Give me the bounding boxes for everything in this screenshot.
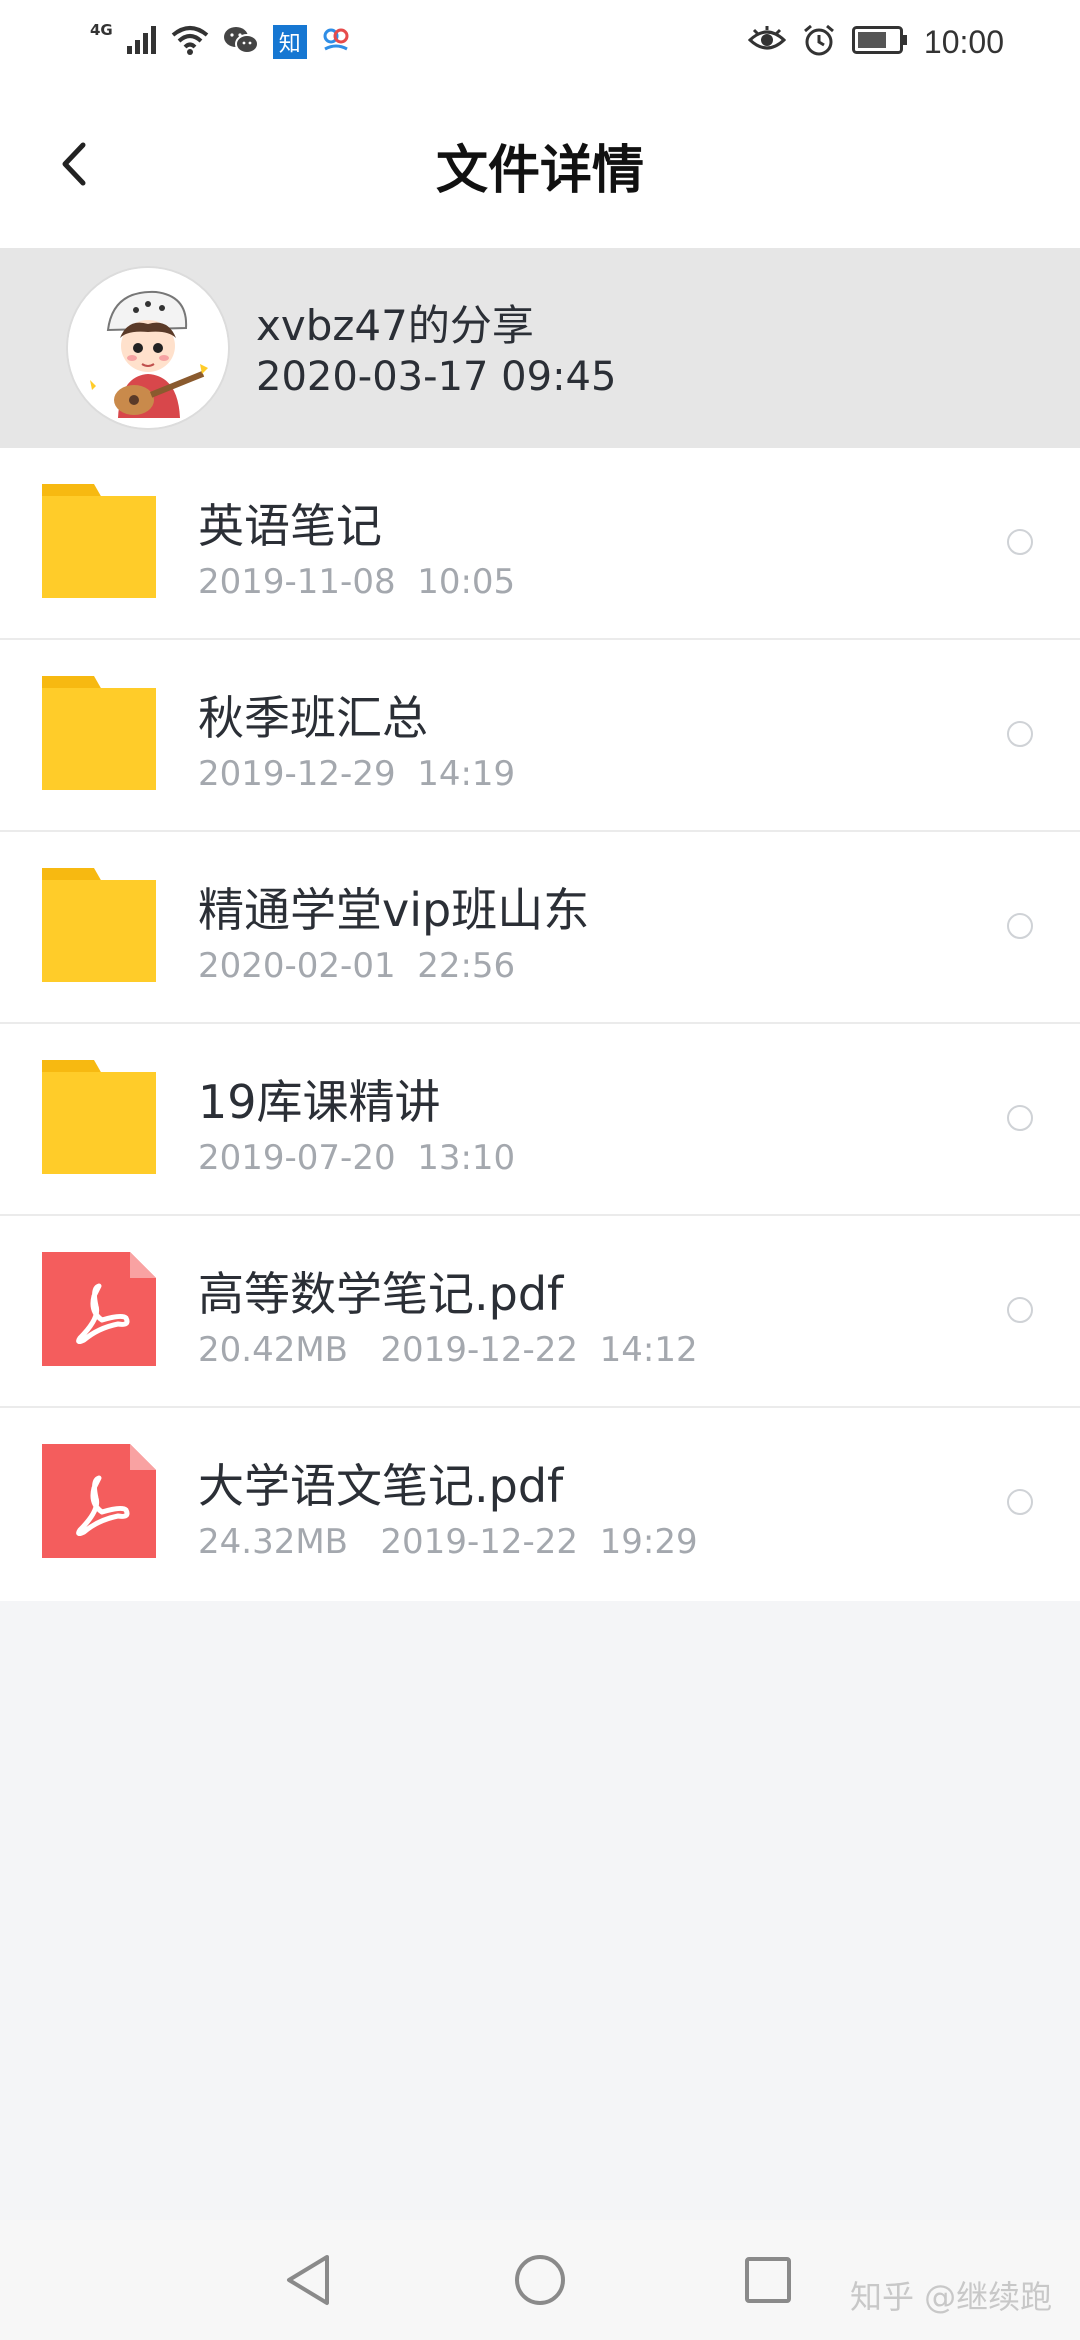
pdf-icon <box>42 1444 156 1558</box>
share-time: 2020-03-17 09:45 <box>256 354 617 400</box>
alarm-icon <box>802 23 836 61</box>
folder-icon <box>42 676 156 790</box>
file-row[interactable]: 英语笔记 2019-11-08 10:05 <box>0 448 1080 640</box>
baidu-netdisk-icon <box>321 25 351 59</box>
file-meta: 2020-02-01 22:56 <box>198 946 516 986</box>
file-meta: 2019-12-29 14:19 <box>198 754 516 794</box>
network-type: 4G <box>90 21 113 39</box>
file-name: 高等数学笔记.pdf <box>198 1267 564 1321</box>
select-checkbox[interactable] <box>1007 1105 1033 1131</box>
folder-icon <box>42 484 156 598</box>
file-row[interactable]: 19库课精讲 2019-07-20 13:10 <box>0 1024 1080 1216</box>
file-name: 大学语文笔记.pdf <box>198 1459 564 1513</box>
file-row[interactable]: 精通学堂vip班山东 2020-02-01 22:56 <box>0 832 1080 1024</box>
file-row[interactable]: 高等数学笔记.pdf 20.42MB 2019-12-22 14:12 <box>0 1216 1080 1408</box>
file-name: 精通学堂vip班山东 <box>198 883 590 937</box>
clock: 10:00 <box>923 23 1004 60</box>
watermark: 知乎 @继续跑 <box>850 2278 1053 2316</box>
status-bar: 4G 知 10:00 <box>0 0 1080 84</box>
wechat-icon <box>223 25 259 59</box>
home-circle-icon <box>515 2255 565 2305</box>
wifi-icon <box>171 25 209 59</box>
share-info-panel: xvbz47的分享 2020-03-17 09:45 <box>0 248 1080 448</box>
file-meta: 2019-11-08 10:05 <box>198 562 516 602</box>
back-triangle-icon <box>287 2255 329 2305</box>
select-checkbox[interactable] <box>1007 721 1033 747</box>
folder-icon <box>42 868 156 982</box>
file-meta: 20.42MB 2019-12-22 14:12 <box>198 1330 698 1370</box>
signal-icon <box>126 26 157 58</box>
file-name: 英语笔记 <box>198 499 382 553</box>
status-left: 4G 知 <box>90 18 351 66</box>
avatar[interactable] <box>68 268 228 428</box>
eye-icon <box>747 26 787 58</box>
cartoon-avatar <box>68 268 228 428</box>
share-owner: xvbz47的分享 <box>256 301 534 350</box>
nav-home-button[interactable] <box>502 2242 578 2318</box>
page-title: 文件详情 <box>435 141 644 201</box>
file-meta: 2019-07-20 13:10 <box>198 1138 516 1178</box>
app-header: 文件详情 <box>0 84 1080 248</box>
zhihu-icon: 知 <box>272 25 307 59</box>
battery-icon <box>851 26 908 58</box>
folder-icon <box>42 1060 156 1174</box>
select-checkbox[interactable] <box>1007 913 1033 939</box>
select-checkbox[interactable] <box>1007 529 1033 555</box>
nav-back-button[interactable] <box>270 2242 346 2318</box>
file-list: 英语笔记 2019-11-08 10:05 秋季班汇总 2019-12-29 1… <box>0 448 1080 1601</box>
select-checkbox[interactable] <box>1007 1297 1033 1323</box>
status-right: 10:00 <box>747 18 1004 66</box>
pdf-icon <box>42 1252 156 1366</box>
file-name: 19库课精讲 <box>198 1075 441 1129</box>
file-name: 秋季班汇总 <box>198 691 428 745</box>
file-row[interactable]: 秋季班汇总 2019-12-29 14:19 <box>0 640 1080 832</box>
select-checkbox[interactable] <box>1007 1489 1033 1515</box>
recents-square-icon <box>745 2257 791 2303</box>
nav-recents-button[interactable] <box>730 2242 806 2318</box>
file-row[interactable]: 大学语文笔记.pdf 24.32MB 2019-12-22 19:29 <box>0 1408 1080 1601</box>
file-meta: 24.32MB 2019-12-22 19:29 <box>198 1522 698 1562</box>
